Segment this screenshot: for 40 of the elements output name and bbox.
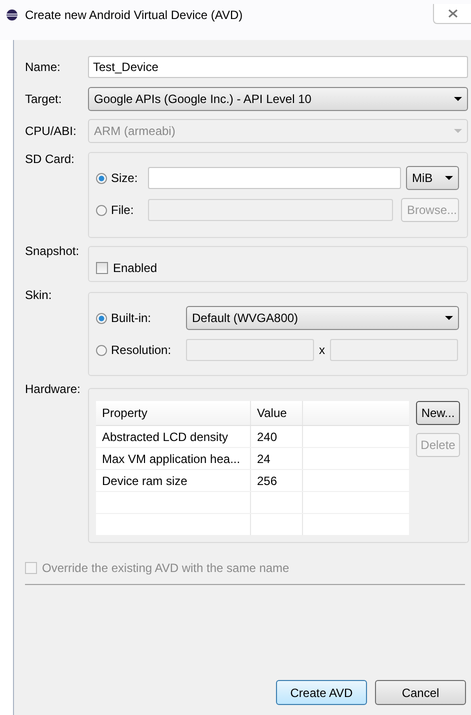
unit-dropdown[interactable]: MiB xyxy=(406,166,459,190)
table-cell: Device ram size xyxy=(96,470,251,491)
column-header[interactable]: Property xyxy=(96,401,251,425)
name-field[interactable]: Test_Device xyxy=(88,56,468,78)
skin-dropdown[interactable]: Default (WVGA800) xyxy=(186,306,459,330)
table-cell: Max VM application hea... xyxy=(96,448,251,469)
target-dropdown[interactable]: Google APIs (Google Inc.) - API Level 10 xyxy=(88,87,468,111)
separator-label: x xyxy=(318,343,326,357)
enabled-checkbox[interactable]: Enabled xyxy=(96,261,459,275)
close-button[interactable] xyxy=(433,4,471,24)
table-cell: 256 xyxy=(251,470,303,491)
field-label: Name: xyxy=(25,60,62,74)
field-label: CPU/ABI: xyxy=(25,124,78,138)
field-label: Target: xyxy=(25,92,63,106)
section-label: SD Card: xyxy=(25,152,76,166)
sd-card-radio[interactable]: File: xyxy=(96,203,148,217)
close-icon xyxy=(448,9,458,18)
dropdown-arrow-icon xyxy=(445,176,453,180)
create-avd-button[interactable]: Create AVD xyxy=(276,680,367,705)
table-cell: 24 xyxy=(251,448,303,469)
section-label: Hardware: xyxy=(25,382,82,396)
new-button[interactable]: New... xyxy=(416,401,460,425)
dropdown-arrow-icon xyxy=(454,129,462,133)
skin-radio[interactable]: Built-in: xyxy=(96,311,186,325)
size-field[interactable] xyxy=(148,167,401,189)
window-title: Create new Android Virtual Device (AVD) xyxy=(25,8,243,22)
width-field[interactable] xyxy=(186,339,314,361)
dropdown-arrow-icon xyxy=(445,316,453,320)
dropdown-arrow-icon xyxy=(454,97,462,101)
skin-radio[interactable]: Resolution: xyxy=(96,343,186,357)
table-cell: 240 xyxy=(251,426,303,447)
cancel-button[interactable]: Cancel xyxy=(375,680,466,705)
file-field[interactable] xyxy=(148,199,393,221)
section-label: Snapshot: xyxy=(25,244,80,258)
app-icon xyxy=(6,9,18,21)
sd-card-radio[interactable]: Size: xyxy=(96,171,148,185)
section-label: Skin: xyxy=(25,288,53,302)
column-header[interactable]: Value xyxy=(251,401,303,425)
table-cell: Abstracted LCD density xyxy=(96,426,251,447)
height-field[interactable] xyxy=(330,339,458,361)
